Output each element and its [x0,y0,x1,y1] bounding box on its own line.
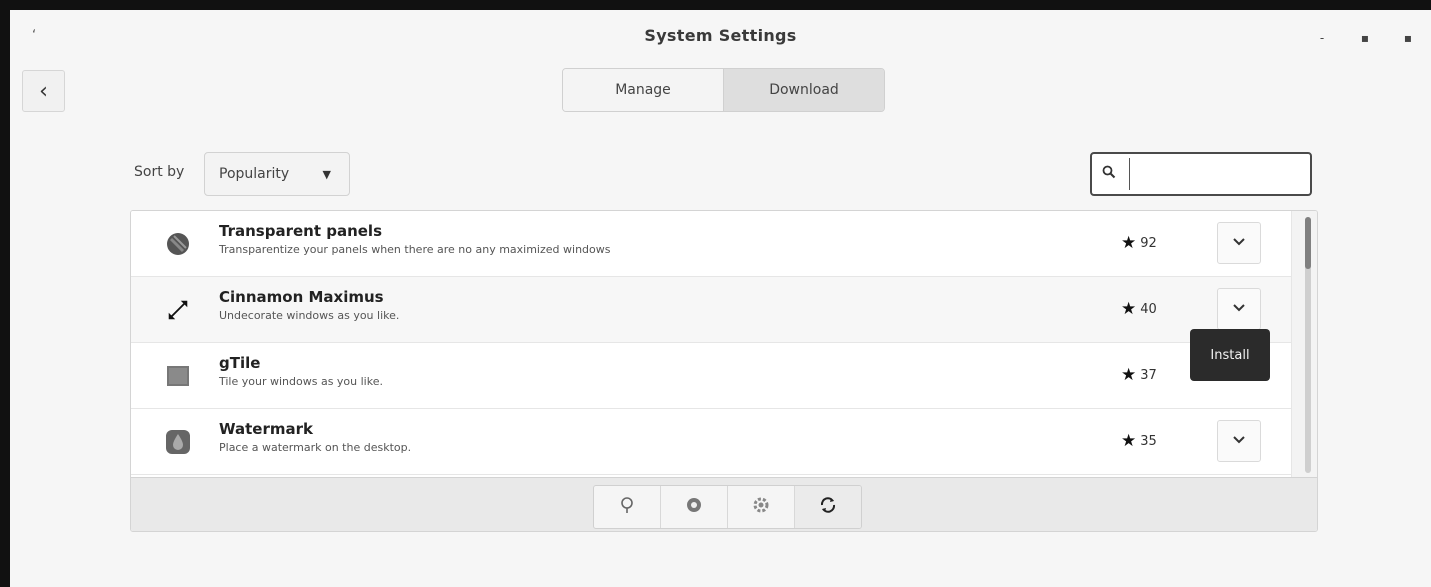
sort-dropdown[interactable]: Popularity ▼ [204,152,350,196]
configure-button[interactable] [728,486,795,528]
configure-icon [753,497,769,517]
expand-button[interactable] [1217,288,1261,330]
list-item[interactable]: gTile Tile your windows as you like. ★ 3… [131,343,1291,409]
applet-description: Transparentize your panels when there ar… [219,243,611,256]
chevron-down-icon [1232,235,1246,251]
maximize-button[interactable]: ▪ [1355,28,1375,48]
applet-rating: ★ 35 [1121,431,1157,451]
tab-manage[interactable]: Manage [563,69,724,111]
applet-rating: ★ 92 [1121,233,1157,253]
rating-score: 92 [1140,235,1157,251]
applet-description: Undecorate windows as you like. [219,309,400,322]
gtile-icon [165,363,191,389]
chevron-down-icon [1232,433,1246,449]
search-field[interactable] [1090,152,1312,196]
star-icon: ★ [1121,365,1137,385]
info-button[interactable] [594,486,661,528]
uninstall-button[interactable] [661,486,728,528]
action-toolbar [131,477,1317,531]
applet-rating: ★ 37 [1121,365,1157,385]
title-bar[interactable]: ʻ System Settings - ▪ ▪ [10,10,1431,66]
maximize-arrows-icon [165,297,191,323]
chevron-down-icon [1232,301,1246,317]
refresh-icon [819,496,837,518]
toolbar-button-group [593,485,862,529]
rating-score: 35 [1140,433,1157,449]
applet-description: Place a watermark on the desktop. [219,441,412,454]
info-icon [619,496,635,518]
expand-button[interactable] [1217,420,1261,462]
watermark-icon [165,429,191,455]
list-item[interactable]: Transparent panels Transparentize your p… [131,211,1291,277]
applet-name: Cinnamon Maximus [219,288,384,306]
settings-window: ʻ System Settings - ▪ ▪ ‹ Manage Downloa… [10,10,1431,587]
refresh-button[interactable] [795,486,861,528]
sort-selected-value: Popularity [219,166,290,182]
uninstall-icon [686,497,702,517]
sort-by-label: Sort by [134,164,185,180]
search-icon [1092,165,1127,183]
applet-name: gTile [219,354,261,372]
install-tooltip: Install [1190,329,1270,381]
list-item[interactable]: Cinnamon Maximus Undecorate windows as y… [131,277,1291,343]
search-input[interactable] [1129,158,1310,190]
tab-download[interactable]: Download [724,69,884,111]
rating-score: 40 [1140,301,1157,317]
page-switcher: Manage Download [562,68,885,112]
screen-frame: ʻ System Settings - ▪ ▪ ‹ Manage Downloa… [0,0,1431,587]
minimize-button[interactable]: - [1312,28,1332,48]
rating-score: 37 [1140,367,1157,383]
applet-name: Watermark [219,420,313,438]
star-icon: ★ [1121,233,1137,253]
applet-list-panel: Transparent panels Transparentize your p… [130,210,1318,532]
list-scrollbar[interactable] [1291,211,1317,477]
applet-name: Transparent panels [219,222,382,240]
back-button[interactable]: ‹ [22,70,65,112]
transparent-panels-icon [165,231,191,257]
star-icon: ★ [1121,299,1137,319]
dropdown-arrow-icon: ▼ [322,168,331,181]
scrollbar-thumb[interactable] [1305,217,1311,269]
back-arrow-icon: ‹ [39,78,48,104]
close-button[interactable]: ▪ [1398,28,1418,48]
star-icon: ★ [1121,431,1137,451]
applet-description: Tile your windows as you like. [219,375,383,388]
list-item[interactable]: Watermark Place a watermark on the deskt… [131,409,1291,475]
window-title: System Settings [644,26,797,45]
applet-rating: ★ 40 [1121,299,1157,319]
expand-button[interactable] [1217,222,1261,264]
applet-list: Transparent panels Transparentize your p… [131,211,1291,477]
